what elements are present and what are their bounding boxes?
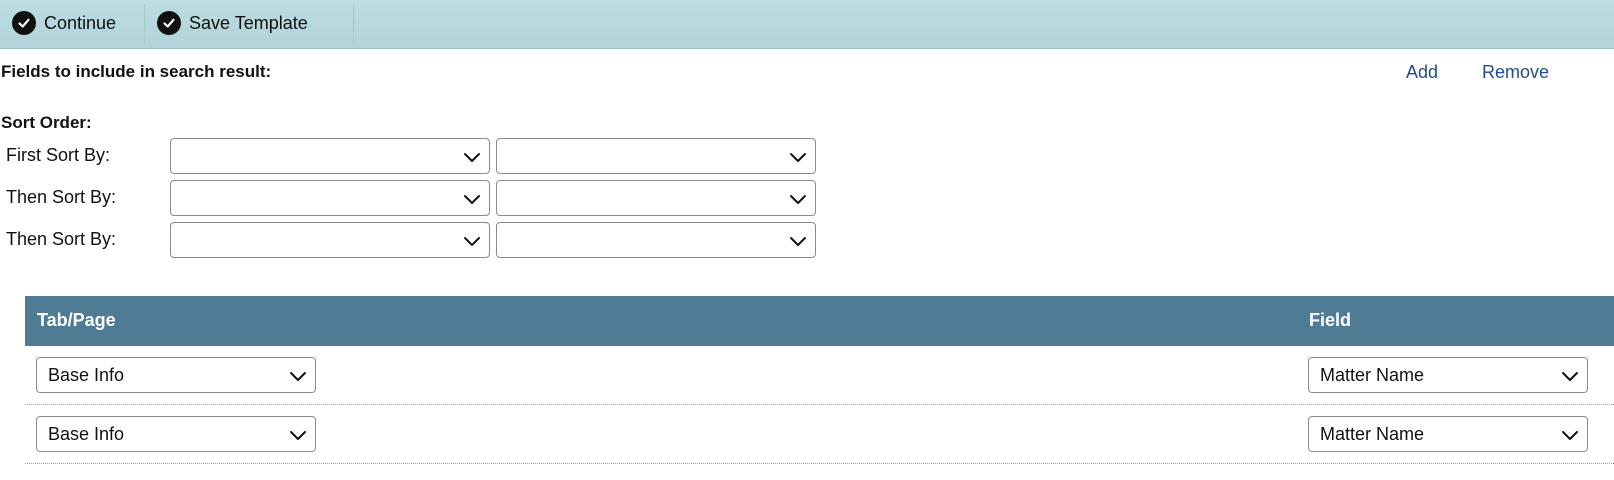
tab-page-select[interactable]: Base Info (36, 416, 316, 452)
sort-row-second: Then Sort By: (0, 180, 820, 216)
table-header: Tab/Page Field (25, 296, 1614, 346)
first-sort-direction-select[interactable] (496, 138, 816, 174)
third-sort-field-select[interactable] (170, 222, 490, 258)
sort-row-label: Then Sort By: (6, 229, 117, 249)
toolbar: Continue Save Template (0, 0, 1614, 49)
field-select[interactable]: Matter Name (1308, 357, 1588, 393)
field-select[interactable]: Matter Name (1308, 416, 1588, 452)
tab-page-select[interactable]: Base Info (36, 357, 316, 393)
continue-label: Continue (44, 12, 117, 33)
chevron-down-icon (1562, 372, 1578, 381)
second-sort-field-select[interactable] (170, 180, 490, 216)
chevron-down-icon (290, 431, 306, 440)
third-sort-direction-select[interactable] (496, 222, 816, 258)
column-header-tab-page: Tab/Page (37, 310, 116, 330)
chevron-down-icon (1562, 431, 1578, 440)
sort-row-third: Then Sort By: (0, 222, 820, 258)
chevron-down-icon (464, 237, 480, 246)
continue-button[interactable]: Continue (0, 0, 144, 46)
remove-link[interactable]: Remove (1482, 62, 1549, 83)
chevron-down-icon (464, 195, 480, 204)
chevron-down-icon (790, 195, 806, 204)
select-value: Base Info (48, 364, 125, 385)
save-template-label: Save Template (189, 12, 308, 33)
toolbar-divider (353, 4, 354, 44)
check-circle-icon (157, 11, 181, 35)
select-value: Matter Name (1320, 364, 1425, 385)
first-sort-field-select[interactable] (170, 138, 490, 174)
chevron-down-icon (464, 153, 480, 162)
chevron-down-icon (790, 153, 806, 162)
second-sort-direction-select[interactable] (496, 180, 816, 216)
fields-table: Tab/Page Field Base Info Matter Name Bas… (25, 296, 1614, 464)
column-header-field: Field (1309, 310, 1352, 330)
check-circle-icon (12, 11, 36, 35)
sort-row-first: First Sort By: (0, 138, 820, 174)
select-value: Matter Name (1320, 423, 1425, 444)
table-row: Base Info Matter Name (25, 346, 1614, 405)
sort-order-title: Sort Order: (1, 113, 92, 132)
save-template-button[interactable]: Save Template (145, 0, 353, 46)
sort-row-label: First Sort By: (6, 145, 111, 165)
chevron-down-icon (290, 372, 306, 381)
sort-row-label: Then Sort By: (6, 187, 117, 207)
add-link[interactable]: Add (1406, 62, 1438, 83)
select-value: Base Info (48, 423, 125, 444)
fields-to-include-label: Fields to include in search result: (1, 62, 272, 81)
chevron-down-icon (790, 237, 806, 246)
table-row: Base Info Matter Name (25, 405, 1614, 464)
